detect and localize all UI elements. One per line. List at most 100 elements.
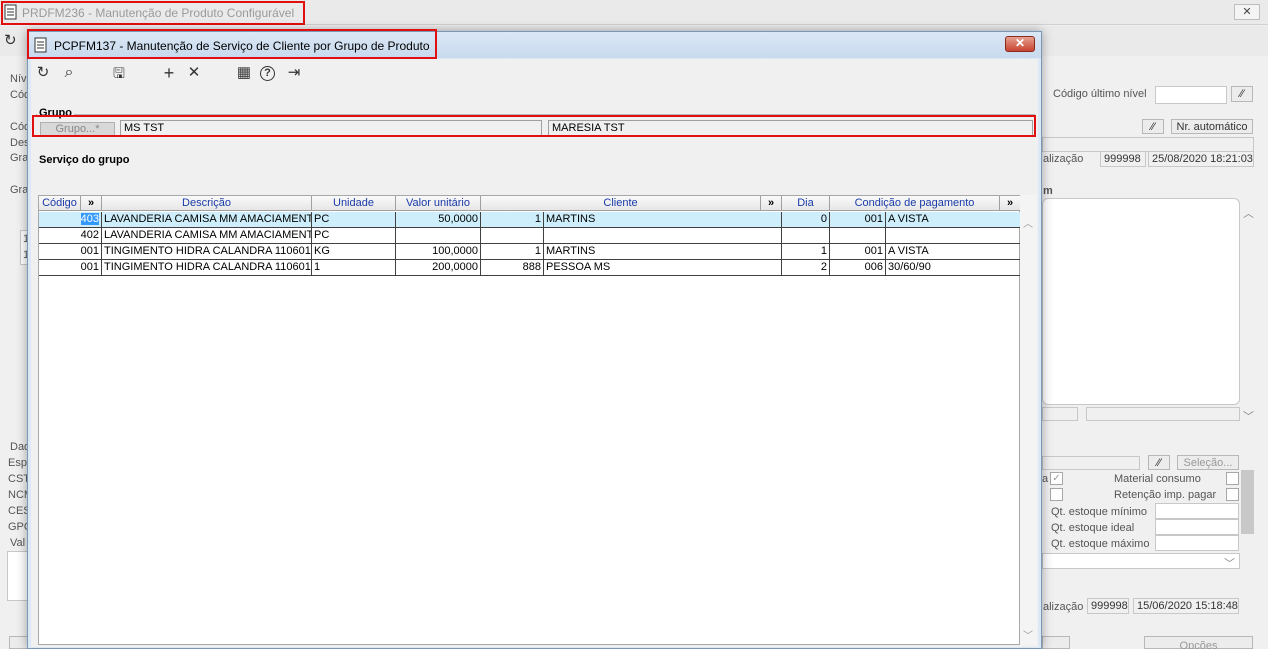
cell-codigo[interactable]: 403 — [39, 212, 102, 227]
table-vertical-scrollbar[interactable]: ︿ ﹀ — [1020, 195, 1037, 645]
calendar-icon[interactable]: ▦ — [235, 64, 253, 82]
cell-unidade[interactable]: PC — [312, 228, 396, 243]
cell-dia[interactable]: 0 — [782, 212, 830, 227]
bg-label-esp: Esp — [8, 457, 27, 469]
bg-partial-button[interactable] — [9, 636, 29, 649]
cell-cliente[interactable] — [544, 228, 782, 243]
grupo-button[interactable]: Grupo...* — [40, 122, 115, 137]
cell-dia[interactable] — [782, 228, 830, 243]
cell-condicao-codigo[interactable]: 001 — [830, 244, 886, 259]
background-close-button[interactable]: ✕ — [1234, 4, 1260, 20]
bg-label-gra1: Gra — [10, 152, 29, 164]
bg-text-area[interactable] — [1042, 198, 1240, 405]
cell-descricao[interactable]: LAVANDERIA CAMISA MM AMACIAMENTO — [102, 212, 312, 227]
header-expand-button-2[interactable]: » — [761, 196, 782, 211]
cell-condicao-codigo[interactable] — [830, 228, 886, 243]
delete-icon[interactable]: ✕ — [185, 64, 203, 82]
modal-window: PCPFM137 - Manutenção de Serviço de Clie… — [27, 31, 1042, 649]
modal-title: PCPFM137 - Manutenção de Serviço de Clie… — [54, 39, 430, 53]
bg-scroll-down-icon[interactable]: ﹀ — [1243, 408, 1254, 424]
cell-cliente-codigo[interactable]: 888 — [481, 260, 544, 275]
cell-dia[interactable]: 1 — [782, 244, 830, 259]
table-row[interactable]: 403 LAVANDERIA CAMISA MM AMACIAMENTO PC … — [39, 212, 1021, 228]
bg-checked-checkbox[interactable]: ✓ — [1050, 472, 1063, 485]
header-expand-button-1[interactable]: » — [81, 196, 102, 211]
cell-descricao[interactable]: TINGIMENTO HIDRA CALANDRA 110601 BC — [102, 244, 312, 259]
refresh-icon[interactable]: ↻ — [34, 64, 52, 82]
bg-lookup-button-3[interactable]: ⁄⁄ — [1148, 455, 1170, 470]
bg-checkbox-partial-label: a — [1042, 473, 1049, 485]
cell-valor[interactable]: 100,0000 — [396, 244, 481, 259]
cell-condicao-codigo[interactable]: 001 — [830, 212, 886, 227]
save-icon[interactable]: 🖫 — [110, 64, 128, 82]
table-row[interactable]: 001 TINGIMENTO HIDRA CALANDRA 110601 BC … — [39, 244, 1021, 260]
bg-alteracao-date-2: 15/06/2020 15:18:48 — [1133, 598, 1239, 614]
help-icon[interactable]: ? — [260, 66, 275, 81]
scroll-down-icon[interactable]: ﹀ — [1023, 627, 1033, 642]
scroll-up-icon[interactable]: ︿ — [1023, 215, 1033, 230]
bg-opcoes-button[interactable]: Opções — [1144, 636, 1253, 649]
bg-qt-ideal-input[interactable] — [1155, 519, 1239, 535]
bg-codigo-ultimo-nivel-label: Código último nível — [1053, 88, 1147, 100]
bg-readonly-field — [1042, 137, 1254, 152]
search-icon[interactable]: ⌕ — [60, 64, 78, 82]
add-icon[interactable]: + — [160, 64, 178, 82]
cell-unidade[interactable]: 1 — [312, 260, 396, 275]
bg-lookup-button-2[interactable]: ⁄⁄ — [1142, 119, 1164, 134]
cell-cliente-codigo[interactable]: 1 — [481, 212, 544, 227]
cell-dia[interactable]: 2 — [782, 260, 830, 275]
modal-titlebar[interactable]: PCPFM137 - Manutenção de Serviço de Clie… — [28, 32, 1041, 58]
table-row[interactable]: 001 TINGIMENTO HIDRA CALANDRA 110601 BC … — [39, 260, 1021, 276]
bg-qt-minimo-input[interactable] — [1155, 503, 1239, 519]
header-dia[interactable]: Dia — [782, 196, 830, 211]
exit-icon[interactable]: ⇥ — [285, 64, 303, 82]
bg-scroll-up-icon[interactable]: ︿ — [1243, 205, 1254, 221]
header-expand-button-3[interactable]: » — [1000, 196, 1021, 211]
bg-retencao-checkbox[interactable] — [1226, 488, 1239, 501]
bg-partial-bottom-button[interactable] — [1042, 636, 1070, 649]
bg-scrollbar[interactable] — [1241, 470, 1254, 534]
bg-alteracao-user-2: 999998 — [1087, 598, 1129, 614]
cell-codigo[interactable]: 001 — [39, 244, 102, 259]
cell-descricao[interactable]: TINGIMENTO HIDRA CALANDRA 110601 BC — [102, 260, 312, 275]
cell-condicao[interactable]: 30/60/90 — [886, 260, 1021, 275]
bg-checkbox-2[interactable] — [1050, 488, 1063, 501]
bg-material-consumo-checkbox[interactable] — [1226, 472, 1239, 485]
cell-condicao[interactable]: A VISTA — [886, 212, 1021, 227]
header-cliente[interactable]: Cliente — [481, 196, 761, 211]
table-row[interactable]: 402 LAVANDERIA CAMISA MM AMACIAMENTO PC — [39, 228, 1021, 244]
bg-codigo-ultimo-nivel-input[interactable] — [1155, 86, 1227, 104]
cell-valor[interactable]: 200,0000 — [396, 260, 481, 275]
header-valor-unitario[interactable]: Valor unitário — [396, 196, 481, 211]
cell-cliente[interactable]: MARTINS — [544, 244, 782, 259]
grupo-code-field: MS TST — [120, 120, 542, 137]
header-condicao-pagamento[interactable]: Condição de pagamento — [830, 196, 1000, 211]
servico-section-label: Serviço do grupo — [37, 154, 132, 166]
bg-selecao-button[interactable]: Seleção... — [1177, 455, 1239, 470]
background-refresh-icon[interactable]: ↻ — [4, 31, 17, 49]
cell-cliente[interactable]: PESSOA MS — [544, 260, 782, 275]
bg-nr-automatico-button[interactable]: Nr. automático — [1171, 119, 1253, 134]
cell-cliente[interactable]: MARTINS — [544, 212, 782, 227]
bg-alteracao-user-1: 999998 — [1100, 151, 1146, 167]
bg-dropdown[interactable]: ﹀ — [1042, 553, 1240, 570]
header-descricao[interactable]: Descrição — [102, 196, 312, 211]
cell-unidade[interactable]: PC — [312, 212, 396, 227]
cell-condicao[interactable] — [886, 228, 1021, 243]
modal-close-button[interactable]: ✕ — [1005, 36, 1035, 52]
cell-codigo[interactable]: 402 — [39, 228, 102, 243]
header-codigo[interactable]: Código — [39, 196, 81, 211]
bg-status-box-1 — [1042, 407, 1078, 421]
bg-qt-maximo-input[interactable] — [1155, 535, 1239, 551]
header-unidade[interactable]: Unidade — [312, 196, 396, 211]
bg-lookup-button-1[interactable]: ⁄⁄ — [1231, 86, 1253, 102]
cell-condicao[interactable]: A VISTA — [886, 244, 1021, 259]
cell-valor[interactable]: 50,0000 — [396, 212, 481, 227]
cell-descricao[interactable]: LAVANDERIA CAMISA MM AMACIAMENTO — [102, 228, 312, 243]
cell-codigo[interactable]: 001 — [39, 260, 102, 275]
cell-cliente-codigo[interactable] — [481, 228, 544, 243]
cell-unidade[interactable]: KG — [312, 244, 396, 259]
cell-cliente-codigo[interactable]: 1 — [481, 244, 544, 259]
cell-condicao-codigo[interactable]: 006 — [830, 260, 886, 275]
cell-valor[interactable] — [396, 228, 481, 243]
